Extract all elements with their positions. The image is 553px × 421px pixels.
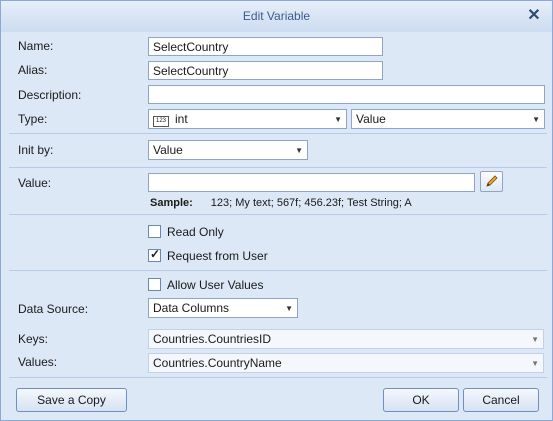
- chevron-down-icon: ▼: [532, 115, 540, 124]
- value-input[interactable]: [148, 173, 475, 192]
- values-select[interactable]: Countries.CountryName ▼: [148, 353, 544, 373]
- chevron-down-icon: ▼: [531, 359, 539, 368]
- read-only-checkbox[interactable]: [148, 225, 161, 238]
- name-label: Name:: [18, 39, 54, 53]
- section-divider: [9, 270, 547, 271]
- init-by-label: Init by:: [18, 143, 54, 157]
- allow-user-values-checkbox[interactable]: [148, 278, 161, 291]
- description-label: Description:: [18, 88, 82, 102]
- section-divider: [9, 377, 547, 378]
- keys-label: Keys:: [18, 332, 49, 346]
- init-by-select[interactable]: Value ▼: [148, 140, 308, 160]
- type-kind-value: Value: [356, 112, 386, 126]
- ok-button[interactable]: OK: [383, 388, 459, 412]
- sample-hint: Sample: 123; My text; 567f; 456.23f; Test…: [150, 197, 412, 209]
- close-icon[interactable]: ✕: [525, 7, 543, 25]
- name-input[interactable]: SelectCountry: [148, 37, 383, 56]
- value-label: Value:: [18, 176, 52, 190]
- allow-user-values-label[interactable]: Allow User Values: [167, 278, 263, 292]
- data-source-value: Data Columns: [153, 301, 230, 315]
- type-select-value: int: [175, 112, 188, 126]
- type-kind-select[interactable]: Value ▼: [351, 109, 545, 129]
- edit-value-button[interactable]: [480, 171, 503, 192]
- read-only-label[interactable]: Read Only: [167, 225, 224, 239]
- init-by-value: Value: [153, 143, 183, 157]
- type-select[interactable]: 123 int ▼: [148, 109, 347, 129]
- chevron-down-icon: ▼: [334, 115, 342, 124]
- sample-text: 123; My text; 567f; 456.23f; Test String…: [210, 197, 412, 209]
- data-source-label: Data Source:: [18, 302, 89, 316]
- request-from-user-checkbox[interactable]: [148, 247, 161, 262]
- title-bar: Edit Variable ✕: [1, 1, 552, 32]
- values-value: Countries.CountryName: [153, 356, 282, 370]
- pencil-icon: [486, 175, 498, 187]
- alias-label: Alias:: [18, 63, 48, 77]
- keys-select[interactable]: Countries.CountriesID ▼: [148, 329, 544, 349]
- data-source-select[interactable]: Data Columns ▼: [148, 298, 298, 318]
- description-input[interactable]: [148, 85, 545, 104]
- dialog-title: Edit Variable: [242, 9, 311, 23]
- cancel-button[interactable]: Cancel: [463, 388, 539, 412]
- type-label: Type:: [18, 112, 48, 126]
- section-divider: [9, 214, 547, 215]
- number-type-icon: 123: [153, 116, 169, 127]
- alias-input[interactable]: SelectCountry: [148, 61, 383, 80]
- sample-label: Sample:: [150, 197, 193, 209]
- request-from-user-label[interactable]: Request from User: [167, 249, 268, 263]
- chevron-down-icon: ▼: [531, 335, 539, 344]
- section-divider: [9, 133, 547, 134]
- values-label: Values:: [18, 355, 58, 369]
- chevron-down-icon: ▼: [285, 304, 293, 313]
- chevron-down-icon: ▼: [295, 146, 303, 155]
- save-a-copy-button[interactable]: Save a Copy: [16, 388, 127, 412]
- section-divider: [9, 167, 547, 168]
- keys-value: Countries.CountriesID: [153, 332, 272, 346]
